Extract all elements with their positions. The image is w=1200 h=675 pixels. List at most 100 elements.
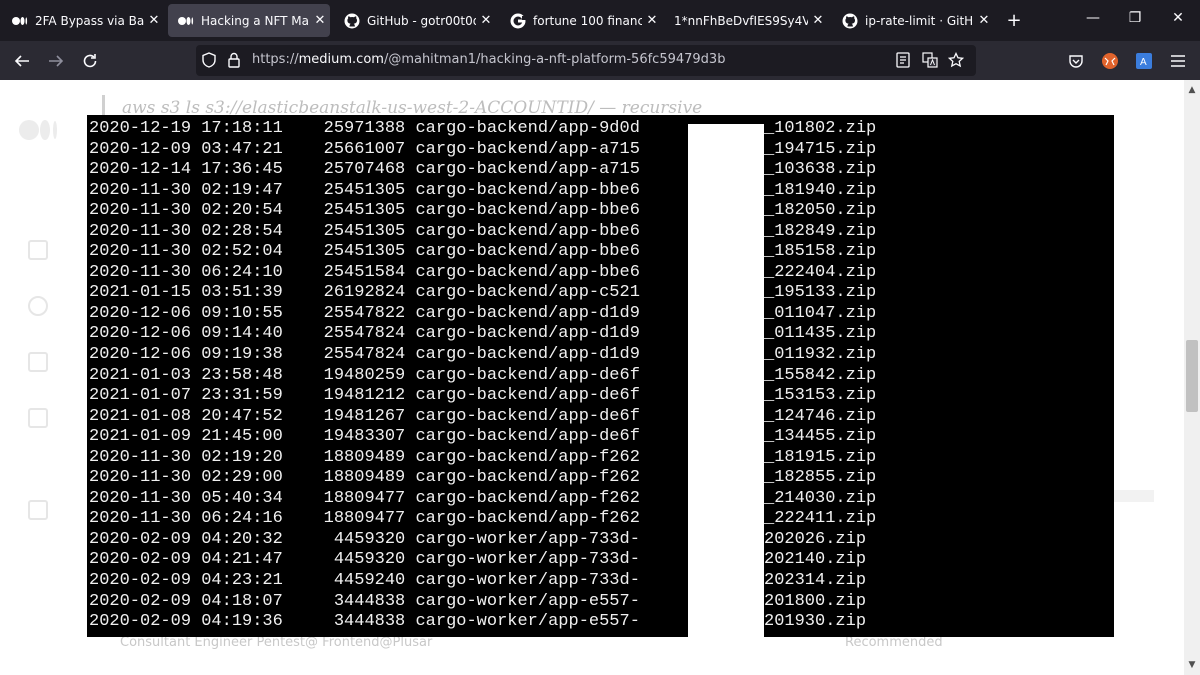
tab-hacking-nft[interactable]: Hacking a NFT Marketp ✕: [168, 4, 330, 37]
reload-icon[interactable]: [78, 49, 102, 73]
scroll-down-arrow-icon[interactable]: ▼: [1184, 657, 1200, 673]
row-timestamp: 2020-12-06 09:14:40: [89, 324, 283, 344]
row-path: cargo-backend/app-de6f: [415, 386, 640, 406]
url-bar[interactable]: https://medium.com/@mahitman1/hacking-a-…: [196, 45, 976, 76]
minimize-window-icon[interactable]: —: [1078, 10, 1108, 26]
translate-icon[interactable]: [922, 52, 938, 72]
notifications-bell-icon[interactable]: [28, 296, 48, 316]
row-size: 26192824: [323, 283, 406, 303]
tab-strip: 2FA Bypass via Basic Au ✕ Hacking a NFT …: [0, 0, 1200, 41]
row-filename-suffix: _011047.zip: [764, 303, 877, 323]
close-tab-icon[interactable]: ✕: [642, 13, 662, 28]
row-filename-suffix: 202314.zip: [764, 571, 867, 591]
close-tab-icon[interactable]: ✕: [310, 13, 330, 28]
tab-github-gotr00t0day[interactable]: GitHub - gotr00t0day/ ✕: [334, 4, 496, 37]
row-size: 4459240: [333, 571, 406, 591]
row-size: 19481212: [323, 386, 406, 406]
terminal-screenshot-image: 2020-12-19 17:18:11 25971388 cargo-backe…: [87, 115, 1114, 637]
terminal-row: 2020-12-06 09:10:55 25547822 cargo-backe…: [89, 304, 640, 325]
row-size: 3444838: [333, 612, 406, 632]
terminal-row: 2021-01-15 03:51:39 26192824 cargo-backe…: [89, 283, 640, 304]
terminal-row: 2021-01-08 20:47:52 19481267 cargo-backe…: [89, 407, 640, 428]
github-icon: [842, 13, 858, 29]
row-filename-suffix: _103638.zip: [764, 160, 877, 180]
pocket-icon[interactable]: [1064, 49, 1088, 73]
row-timestamp: 2020-11-30 06:24:16: [89, 509, 283, 529]
row-path: cargo-worker/app-733d-: [415, 529, 640, 549]
close-window-icon[interactable]: ✕: [1163, 10, 1193, 26]
row-timestamp: 2020-11-30 02:19:20: [89, 447, 283, 467]
row-filename-suffix: 202140.zip: [764, 550, 867, 570]
row-timestamp: 2020-12-06 09:19:38: [89, 345, 283, 365]
row-timestamp: 2021-01-03 23:58:48: [89, 365, 283, 385]
row-timestamp: 2020-02-09 04:18:07: [89, 591, 283, 611]
row-filename-suffix: _214030.zip: [764, 488, 877, 508]
row-size: 25451305: [323, 180, 406, 200]
background-right-text: Recommended: [845, 635, 943, 650]
new-tab-plus-icon[interactable]: +: [1004, 10, 1024, 31]
tab-label: fortune 100 financial in: [533, 13, 642, 28]
scroll-up-arrow-icon[interactable]: ▲: [1184, 82, 1200, 98]
write-icon[interactable]: [28, 500, 48, 520]
terminal-filename-suffixes: _101802.zip _194715.zip _103638.zip _181940…: [764, 119, 876, 633]
row-filename-suffix: _195133.zip: [764, 283, 877, 303]
terminal-row: 2020-12-09 03:47:21 25661007 cargo-backe…: [89, 140, 640, 161]
scrollbar-thumb[interactable]: [1186, 340, 1198, 412]
row-path: cargo-backend/app-f262: [415, 468, 640, 488]
hamburger-menu-icon[interactable]: [1166, 49, 1190, 73]
navigation-toolbar: https://medium.com/@mahitman1/hacking-a-…: [0, 41, 1200, 80]
row-size: 25451305: [323, 242, 406, 262]
row-path: cargo-backend/app-d1d9: [415, 303, 640, 323]
row-timestamp: 2020-02-09 04:20:32: [89, 529, 283, 549]
row-path: cargo-backend/app-a715: [415, 139, 640, 159]
tab-fortune-100[interactable]: fortune 100 financial in ✕: [500, 4, 662, 37]
row-path: cargo-backend/app-de6f: [415, 427, 640, 447]
tab-image-file[interactable]: 1*nnFhBeDvfIES9Sy4VkaHI ✕: [666, 4, 828, 37]
row-timestamp: 2020-12-06 09:10:55: [89, 303, 283, 323]
row-filename-suffix: 202026.zip: [764, 529, 867, 549]
close-tab-icon[interactable]: ✕: [476, 13, 496, 28]
forward-arrow-icon[interactable]: [44, 49, 68, 73]
home-icon[interactable]: [28, 240, 48, 260]
tab-2fa-bypass[interactable]: 2FA Bypass via Basic Au ✕: [2, 4, 164, 37]
row-timestamp: 2021-01-15 03:51:39: [89, 283, 283, 303]
row-size: 4459320: [333, 529, 406, 549]
bookmarks-icon[interactable]: [28, 352, 48, 372]
bookmark-star-icon[interactable]: [947, 51, 965, 72]
terminal-row: 2020-12-14 17:36:45 25707468 cargo-backe…: [89, 160, 640, 181]
close-tab-icon[interactable]: ✕: [144, 13, 164, 28]
row-filename-suffix: _134455.zip: [764, 427, 877, 447]
close-tab-icon[interactable]: ✕: [808, 13, 828, 28]
row-path: cargo-backend/app-d1d9: [415, 345, 640, 365]
medium-logo-icon: [12, 13, 28, 29]
row-path: cargo-worker/app-e557-: [415, 612, 640, 632]
terminal-row: 2020-11-30 06:24:10 25451584 cargo-backe…: [89, 263, 640, 284]
terminal-row: 2021-01-07 23:31:59 19481212 cargo-backe…: [89, 386, 640, 407]
extension-fox-icon[interactable]: [1098, 49, 1122, 73]
row-timestamp: 2020-02-09 04:23:21: [89, 571, 283, 591]
row-filename-suffix: _185158.zip: [764, 242, 877, 262]
tab-ip-rate-limit[interactable]: ip-rate-limit · GitHub To ✕: [832, 4, 994, 37]
restore-window-icon[interactable]: ❐: [1120, 10, 1150, 26]
back-arrow-icon[interactable]: [10, 49, 34, 73]
translate-extension-icon[interactable]: A: [1132, 49, 1156, 73]
row-filename-suffix: _194715.zip: [764, 139, 877, 159]
url-text[interactable]: https://medium.com/@mahitman1/hacking-a-…: [252, 52, 725, 67]
row-path: cargo-backend/app-de6f: [415, 365, 640, 385]
row-filename-suffix: _011932.zip: [764, 345, 877, 365]
row-size: 18809477: [323, 509, 406, 529]
terminal-listing: 2020-12-19 17:18:11 25971388 cargo-backe…: [89, 119, 640, 633]
medium-logo-icon[interactable]: [18, 118, 60, 146]
reader-view-icon[interactable]: [896, 52, 910, 72]
terminal-row: 2021-01-03 23:58:48 19480259 cargo-backe…: [89, 366, 640, 387]
row-filename-suffix: _222404.zip: [764, 262, 877, 282]
google-icon: [510, 13, 526, 29]
lock-icon[interactable]: [228, 52, 240, 72]
close-tab-icon[interactable]: ✕: [974, 13, 994, 28]
stories-list-icon[interactable]: [28, 408, 48, 428]
terminal-row: 2020-11-30 02:20:54 25451305 cargo-backe…: [89, 201, 640, 222]
row-size: 25451305: [323, 201, 406, 221]
row-filename-suffix: _181940.zip: [764, 180, 877, 200]
row-path: cargo-backend/app-d1d9: [415, 324, 640, 344]
tracking-protection-shield-icon[interactable]: [202, 52, 216, 72]
